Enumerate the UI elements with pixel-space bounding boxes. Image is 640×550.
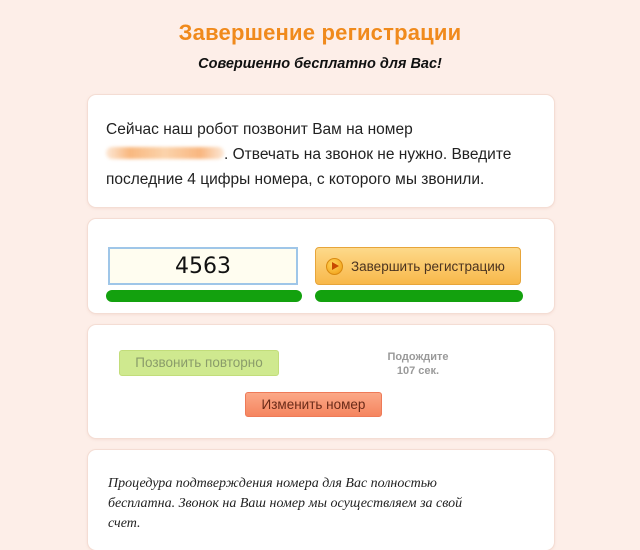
info-line-2-text: . Отвечать на звонок не нужно. Введите	[224, 146, 512, 163]
code-card: Завершить регистрацию	[88, 219, 554, 313]
note-line-2: бесплатна. Звонок на Ваш номер мы осущес…	[108, 496, 463, 511]
note-card: Процедура подтверждения номера для Вас п…	[88, 450, 554, 550]
info-line-1: Сейчас наш робот позвонит Вам на номер	[106, 121, 413, 138]
call-again-button[interactable]: Позвонить повторно	[119, 350, 279, 376]
finish-registration-button[interactable]: Завершить регистрацию	[315, 247, 521, 285]
arrow-circle-icon	[326, 257, 343, 275]
blurred-phone-number	[106, 147, 224, 160]
wait-seconds: 107 сек.	[396, 365, 440, 377]
page-subtitle: Совершенно бесплатно для Вас!	[198, 56, 442, 72]
note-line-3: счет.	[108, 516, 141, 531]
info-line-2: . Отвечать на звонок не нужно. Введите	[106, 142, 538, 167]
finish-registration-label: Завершить регистрацию	[351, 258, 505, 274]
info-card: Сейчас наш робот позвонит Вам на номер .…	[88, 95, 554, 207]
info-line-3: последние 4 цифры номера, с которого мы …	[106, 171, 485, 188]
change-number-button[interactable]: Изменить номер	[245, 392, 382, 417]
wait-countdown: Подождите 107 сек.	[370, 350, 466, 378]
finish-progress-bar	[315, 290, 523, 302]
wait-label: Подождите	[387, 351, 449, 363]
code-progress-bar	[106, 290, 302, 302]
actions-card: Позвонить повторно Подождите 107 сек. Из…	[88, 325, 554, 438]
note-line-1: Процедура подтверждения номера для Вас п…	[108, 476, 437, 491]
code-input[interactable]	[108, 247, 298, 285]
page-title: Завершение регистрации	[178, 20, 462, 45]
